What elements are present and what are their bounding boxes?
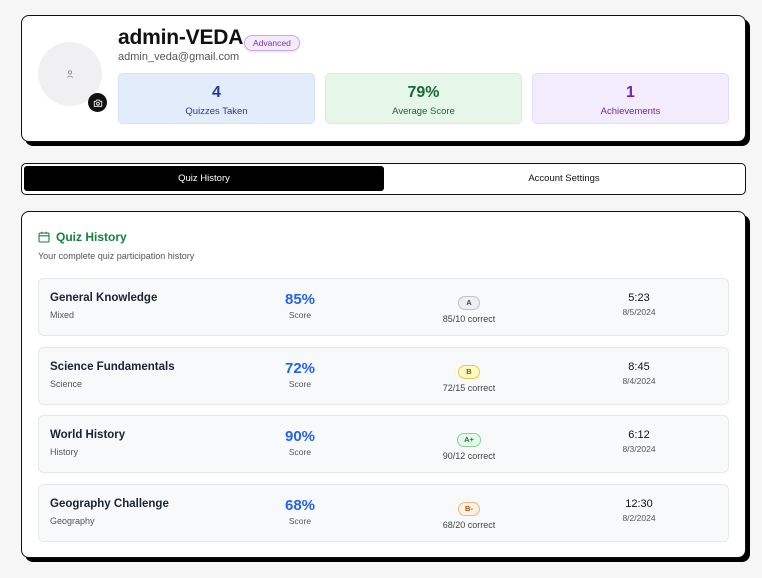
stat-value: 79% [407, 84, 440, 101]
stat-value: 1 [626, 84, 635, 101]
correct-count: 85/10 correct [442, 314, 496, 324]
grade-column: B 72/15 correct [419, 361, 519, 393]
section-subtitle: Your complete quiz participation history [38, 251, 195, 261]
quiz-score: 90% [284, 428, 316, 445]
quiz-duration: 6:12 [628, 429, 650, 441]
quiz-score: 68% [284, 497, 316, 514]
tab-bar: Quiz History Account Settings [21, 163, 746, 195]
quiz-score: 85% [284, 291, 316, 308]
correct-count: 68/20 correct [442, 520, 496, 530]
quiz-score: 72% [284, 360, 316, 377]
quiz-category: Science [50, 379, 83, 389]
username: admin-VEDA [118, 26, 244, 49]
quiz-date: 8/4/2024 [622, 376, 656, 386]
time-column: 5:23 8/5/2024 [589, 292, 689, 317]
quiz-name: General Knowledge [50, 292, 158, 304]
correct-count: 72/15 correct [442, 383, 496, 393]
quiz-category: Mixed [50, 310, 75, 320]
quiz-duration: 12:30 [625, 498, 653, 510]
score-label: Score [288, 447, 312, 457]
stat-achievements: 1 Achievements [532, 73, 729, 124]
correct-count: 90/12 correct [442, 451, 496, 461]
section-title: Quiz History [38, 230, 127, 244]
camera-icon [93, 99, 102, 107]
stat-quizzes-taken: 4 Quizzes Taken [118, 73, 315, 124]
quiz-row[interactable]: General Knowledge Mixed 85% Score A 85/1… [38, 278, 729, 336]
stat-average-score: 79% Average Score [325, 73, 522, 124]
grade-badge: B [458, 365, 480, 379]
time-column: 6:12 8/3/2024 [589, 429, 689, 454]
profile-card: admin-VEDA Advanced admin_veda@gmail.com… [21, 15, 746, 142]
quiz-date: 8/5/2024 [622, 307, 656, 317]
quiz-name: Science Fundamentals [50, 361, 175, 373]
score-label: Score [288, 516, 312, 526]
user-email: admin_veda@gmail.com [118, 51, 240, 63]
quiz-date: 8/2/2024 [622, 513, 656, 523]
score-label: Score [288, 379, 312, 389]
stat-label: Average Score [392, 106, 455, 117]
quiz-category: Geography [50, 516, 95, 526]
time-column: 12:30 8/2/2024 [589, 498, 689, 523]
level-badge: Advanced [244, 35, 300, 51]
grade-badge: B- [458, 502, 480, 516]
tab-account-settings[interactable]: Account Settings [384, 166, 744, 191]
score-label: Score [288, 310, 312, 320]
grade-column: A 85/10 correct [419, 292, 519, 324]
quiz-date: 8/3/2024 [622, 444, 656, 454]
change-avatar-button[interactable] [88, 93, 107, 112]
quiz-name: Geography Challenge [50, 498, 169, 510]
time-column: 8:45 8/4/2024 [589, 361, 689, 386]
quiz-history-card: Quiz History Your complete quiz particip… [21, 211, 746, 558]
section-title-text: Quiz History [56, 230, 127, 244]
quiz-row[interactable]: World History History 90% Score A+ 90/12… [38, 415, 729, 473]
score-column: 85% Score [259, 291, 341, 320]
stat-value: 4 [212, 84, 221, 101]
quiz-row[interactable]: Geography Challenge Geography 68% Score … [38, 484, 729, 542]
grade-badge: A+ [457, 433, 481, 447]
grade-column: B- 68/20 correct [419, 498, 519, 530]
stat-label: Quizzes Taken [185, 106, 248, 117]
calendar-icon [38, 231, 50, 243]
stat-label: Achievements [600, 106, 661, 117]
user-icon [66, 70, 74, 78]
quiz-duration: 8:45 [628, 361, 650, 373]
tab-quiz-history[interactable]: Quiz History [24, 166, 384, 191]
grade-badge: A [458, 296, 480, 310]
grade-column: A+ 90/12 correct [419, 429, 519, 461]
score-column: 90% Score [259, 428, 341, 457]
quiz-category: History [50, 447, 79, 457]
quiz-row[interactable]: Science Fundamentals Science 72% Score B… [38, 347, 729, 405]
quiz-duration: 5:23 [628, 292, 650, 304]
quiz-name: World History [50, 429, 126, 441]
score-column: 72% Score [259, 360, 341, 389]
score-column: 68% Score [259, 497, 341, 526]
